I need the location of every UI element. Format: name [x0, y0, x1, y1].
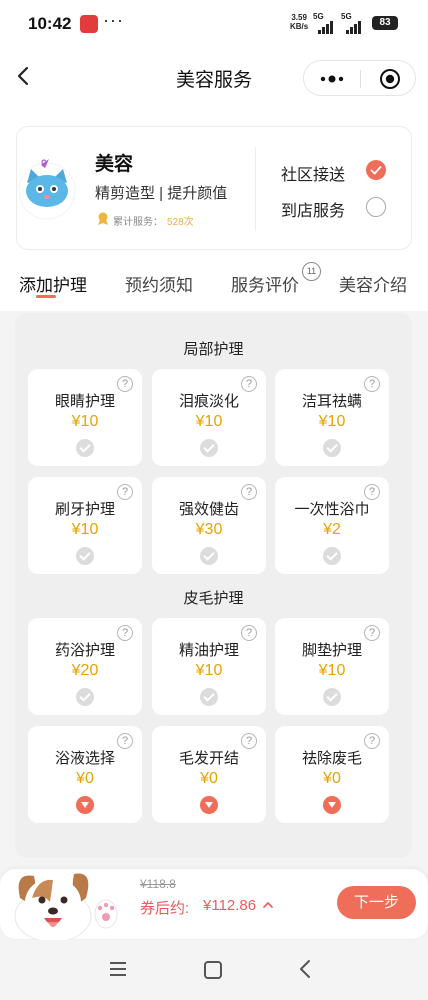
- next-step-button[interactable]: 下一步: [337, 886, 416, 919]
- nav-bar: 美容服务: [0, 50, 428, 106]
- home-icon[interactable]: [204, 961, 222, 979]
- care-item-name: 药浴护理: [54, 642, 115, 659]
- net-speed-value: 3.59: [291, 13, 307, 22]
- care-item-price: ¥10: [318, 662, 346, 679]
- more-icon[interactable]: [318, 69, 346, 89]
- tab-booking-notice[interactable]: 预约须知: [125, 271, 193, 296]
- unselected-check-icon[interactable]: [76, 547, 94, 565]
- unselected-check-icon[interactable]: [323, 547, 341, 565]
- original-price: ¥118.8: [140, 877, 176, 891]
- care-item-name: 强效健齿: [178, 501, 239, 518]
- service-name: 美容: [95, 154, 134, 175]
- care-item-card[interactable]: ? 药浴护理 ¥20: [28, 618, 142, 715]
- care-item-name: 浴液选择: [54, 750, 115, 767]
- care-item-card[interactable]: ? 毛发开结 ¥0: [152, 726, 266, 823]
- close-miniprogram-icon[interactable]: [379, 68, 401, 90]
- care-item-card[interactable]: ? 浴液选择 ¥0: [28, 726, 142, 823]
- care-item-name: 脚垫护理: [301, 642, 362, 659]
- care-item-price: ¥30: [195, 521, 223, 538]
- medal-icon: [98, 212, 108, 225]
- caret-up-icon[interactable]: [261, 898, 275, 912]
- net-speed-unit: KB/s: [290, 22, 309, 31]
- care-item-price: ¥0: [323, 770, 341, 787]
- section-title-local-care: 局部护理: [183, 341, 244, 358]
- care-item-card[interactable]: ? 泪痕淡化 ¥10: [152, 369, 266, 466]
- expand-options-icon[interactable]: [76, 796, 94, 814]
- unselected-check-icon[interactable]: [76, 439, 94, 457]
- care-item-name: 一次性浴巾: [294, 501, 370, 518]
- final-price: ¥112.86: [203, 897, 257, 914]
- unselected-check-icon[interactable]: [200, 439, 218, 457]
- dog-mascot-icon: [14, 873, 118, 943]
- care-item-name: 眼睛护理: [54, 393, 115, 410]
- care-item-name: 毛发开结: [178, 750, 239, 767]
- option-store-service[interactable]: 到店服务: [281, 197, 345, 221]
- care-item-card[interactable]: ? 精油护理 ¥10: [152, 618, 266, 715]
- unchecked-circle-icon[interactable]: [366, 197, 386, 217]
- service-count: 528次: [167, 217, 194, 228]
- option-community-pickup[interactable]: 社区接送: [281, 161, 345, 185]
- review-count-badge: 11: [302, 262, 321, 281]
- capsule-divider: [360, 70, 361, 88]
- miniprogram-capsule: [303, 60, 416, 96]
- care-item-name: 精油护理: [178, 642, 239, 659]
- care-item-price: ¥10: [195, 662, 223, 679]
- status-bar: 10:42 ··· 3.59 KB/s 5G 5G 83: [0, 0, 428, 50]
- care-item-name: 洁耳祛螨: [301, 393, 362, 410]
- care-item-name: 泪痕淡化: [178, 393, 239, 410]
- care-item-card[interactable]: ? 脚垫护理 ¥10: [275, 618, 389, 715]
- status-time: 10:42: [28, 14, 72, 33]
- care-item-price: ¥10: [71, 413, 99, 430]
- care-item-price: ¥0: [200, 770, 218, 787]
- net-speed: 3.59 KB/s: [290, 13, 308, 31]
- signal-icon-2: [346, 16, 362, 34]
- checked-circle-icon[interactable]: [366, 160, 386, 180]
- service-count-label: 累计服务：: [113, 217, 163, 228]
- tab-add-care[interactable]: 添加护理: [19, 271, 87, 296]
- care-item-price: ¥20: [71, 662, 99, 679]
- expand-options-icon[interactable]: [200, 796, 218, 814]
- care-item-card[interactable]: ? 刷牙护理 ¥10: [28, 477, 142, 574]
- signal-icon: [318, 16, 334, 34]
- care-item-name: 祛除废毛: [301, 750, 362, 767]
- care-item-price: ¥0: [76, 770, 94, 787]
- care-item-price: ¥2: [323, 521, 341, 538]
- care-item-price: ¥10: [195, 413, 223, 430]
- status-more-dots: ···: [103, 10, 124, 30]
- care-item-card[interactable]: ? 祛除废毛 ¥0: [275, 726, 389, 823]
- care-item-price: ¥10: [318, 413, 346, 430]
- coupon-price-label: 券后约:: [140, 900, 190, 917]
- unselected-check-icon[interactable]: [323, 439, 341, 457]
- unselected-check-icon[interactable]: [200, 688, 218, 706]
- tab-active-indicator: [36, 295, 56, 298]
- app-notification-icon: [80, 15, 98, 33]
- tab-service-reviews[interactable]: 服务评价: [231, 271, 299, 296]
- care-item-name: 刷牙护理: [54, 501, 115, 518]
- card-divider: [255, 147, 256, 231]
- care-item-price: ¥10: [71, 521, 99, 538]
- service-card: 美容 精剪造型 | 提升颜值 累计服务： 528次 社区接送 到店服务: [16, 126, 412, 250]
- menu-icon[interactable]: [109, 961, 127, 977]
- care-item-card[interactable]: ? 眼睛护理 ¥10: [28, 369, 142, 466]
- unselected-check-icon[interactable]: [323, 688, 341, 706]
- unselected-check-icon[interactable]: [76, 688, 94, 706]
- care-item-card[interactable]: ? 一次性浴巾 ¥2: [275, 477, 389, 574]
- system-navigation-bar: [0, 940, 428, 1000]
- tab-beauty-intro[interactable]: 美容介绍: [339, 271, 407, 296]
- care-item-card[interactable]: ? 洁耳祛螨 ¥10: [275, 369, 389, 466]
- cat-avatar-icon: [19, 159, 76, 220]
- expand-options-icon[interactable]: [323, 796, 341, 814]
- care-item-card[interactable]: ? 强效健齿 ¥30: [152, 477, 266, 574]
- system-back-icon[interactable]: [298, 959, 312, 979]
- service-description: 精剪造型 | 提升颜值: [95, 185, 228, 202]
- unselected-check-icon[interactable]: [200, 547, 218, 565]
- section-title-fur-care: 皮毛护理: [183, 590, 244, 607]
- battery-icon: 83: [372, 16, 398, 30]
